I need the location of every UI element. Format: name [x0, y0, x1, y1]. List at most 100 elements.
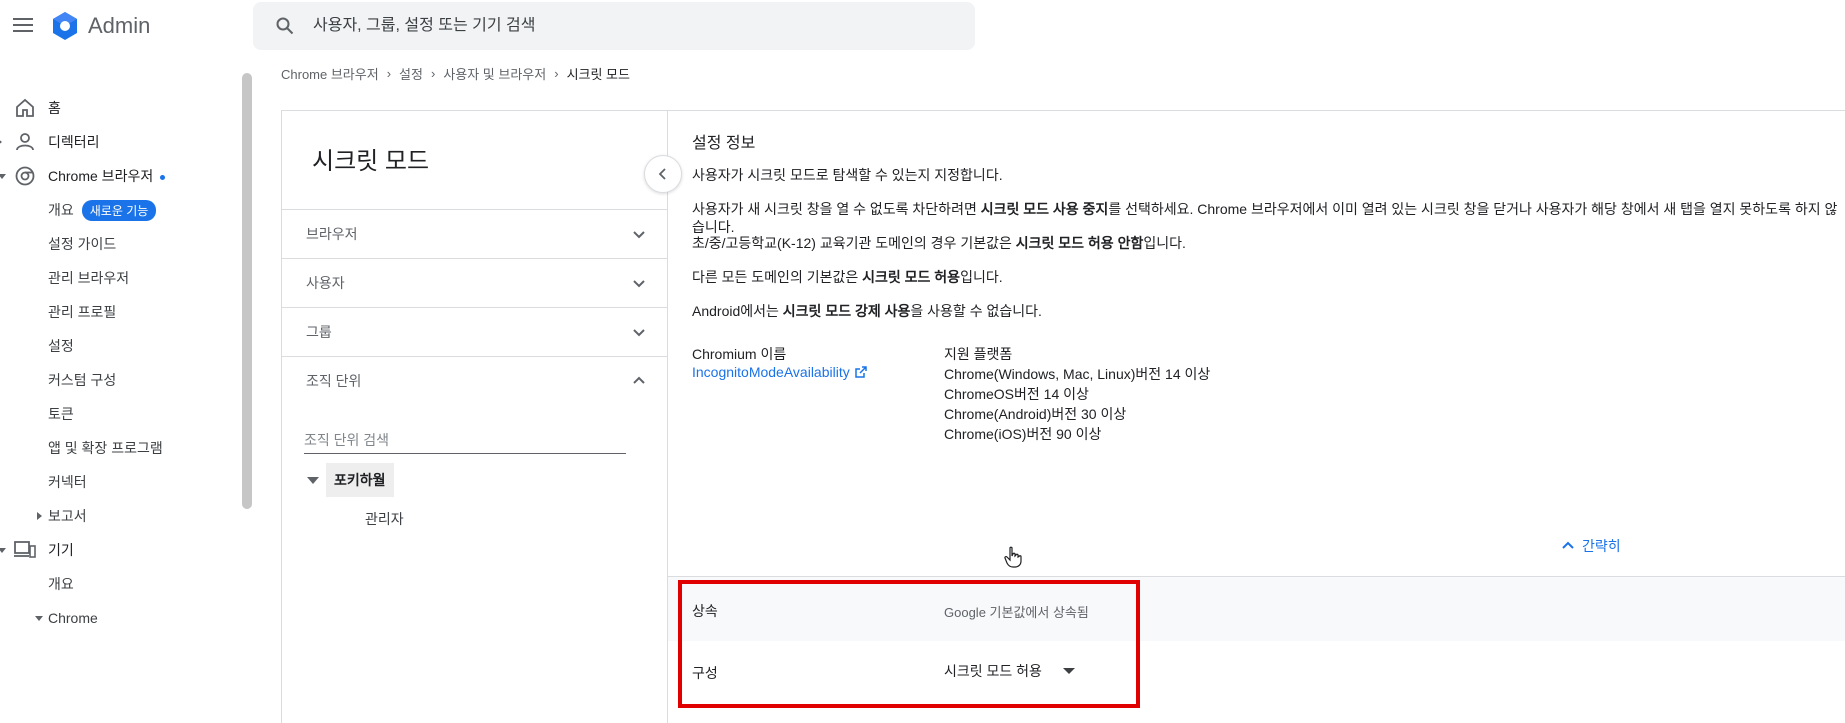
- home-icon: [14, 97, 36, 119]
- description-text: 사용자가 새 시크릿 창을 열 수 없도록 차단하려면: [692, 201, 981, 217]
- sidebar-item-managed-profiles[interactable]: 관리 프로필: [0, 294, 240, 330]
- chrome-icon: [14, 165, 36, 187]
- description-paragraph-4: 다른 모든 도메인의 기본값은 시크릿 모드 허용입니다.: [692, 268, 1003, 286]
- chevron-up-icon: [633, 376, 645, 384]
- sidebar-sub-label: 토큰: [48, 406, 74, 422]
- sidebar-nav: 홈 디렉터리 Chrome 브라우저 개요 새로운 기능 설정 가이드 관리 브라…: [0, 90, 250, 723]
- chevron-right-icon: ›: [430, 66, 436, 81]
- description-text: Android에서는: [692, 303, 783, 319]
- description-text: 초/중/고등학교(K-12) 교육기관 도메인의 경우 기본값은: [692, 235, 1016, 251]
- top-bar: Admin: [0, 0, 1845, 52]
- sidebar-item-devices-overview[interactable]: 개요: [0, 566, 240, 602]
- page-title: 시크릿 모드: [312, 148, 430, 175]
- chevron-left-icon: [658, 168, 666, 180]
- search-input[interactable]: [313, 17, 913, 35]
- sidebar-item-chrome-browser[interactable]: Chrome 브라우저: [0, 158, 240, 194]
- sidebar-sub-label-wrap: 개요 새로운 기능: [48, 199, 157, 221]
- sidebar-sub-label: Chrome: [48, 610, 98, 626]
- global-search[interactable]: [253, 2, 975, 50]
- sidebar-item-directory[interactable]: 디렉터리: [0, 124, 240, 160]
- description-paragraph-2: 사용자가 새 시크릿 창을 열 수 없도록 차단하려면 시크릿 모드 사용 중지…: [692, 200, 1845, 236]
- section-label: 사용자: [306, 275, 345, 291]
- inherit-value: Google 기본값에서 상속됨: [944, 605, 1089, 620]
- setting-info-title: 설정 정보: [692, 135, 756, 152]
- collapse-arrow-icon[interactable]: [35, 616, 43, 621]
- org-unit-root[interactable]: 포키하월: [326, 463, 394, 497]
- devices-icon: [14, 539, 36, 561]
- description-text: 입니다.: [1143, 235, 1186, 251]
- sidebar-item-settings[interactable]: 설정: [0, 328, 240, 364]
- tree-collapse-icon[interactable]: [307, 477, 319, 484]
- collapse-arrow-icon[interactable]: [0, 548, 6, 553]
- show-less-button[interactable]: 간략히: [1560, 536, 1621, 556]
- chromium-name-label: Chromium 이름: [692, 346, 787, 362]
- description-text: 을 사용할 수 없습니다.: [910, 303, 1042, 319]
- description-emphasis: 시크릿 모드 허용: [862, 269, 961, 285]
- description-emphasis: 시크릿 모드 허용 안함: [1015, 235, 1144, 251]
- sidebar-sub-label: 설정: [48, 338, 74, 354]
- platform-item: Chrome(iOS)버전 90 이상: [944, 426, 1102, 442]
- chevron-down-icon: [633, 231, 645, 239]
- section-label: 그룹: [306, 324, 332, 340]
- description-text: 다른 모든 도메인의 기본값은: [692, 269, 863, 285]
- description-paragraph-3: 초/중/고등학교(K-12) 교육기관 도메인의 경우 기본값은 시크릿 모드 …: [692, 234, 1186, 252]
- sidebar-item-label: 디렉터리: [48, 134, 100, 150]
- section-browser[interactable]: 브라우저: [282, 209, 668, 258]
- sidebar-item-label: 홈: [48, 100, 61, 116]
- expand-arrow-icon[interactable]: [37, 512, 42, 520]
- chevron-right-icon: ›: [386, 66, 392, 81]
- collapse-arrow-icon[interactable]: [0, 174, 6, 179]
- org-unit-child[interactable]: 관리자: [365, 509, 404, 529]
- sidebar-item-home[interactable]: 홈: [0, 90, 240, 126]
- sidebar-item-label-wrap: Chrome 브라우저: [48, 166, 166, 186]
- section-users[interactable]: 사용자: [282, 258, 668, 307]
- description-emphasis: 시크릿 모드 사용 중지: [980, 201, 1109, 217]
- sidebar-item-apps-extensions[interactable]: 앱 및 확장 프로그램: [0, 430, 240, 466]
- inherit-label: 상속: [692, 603, 718, 619]
- config-dropdown[interactable]: 시크릿 모드 허용: [944, 661, 1094, 681]
- chevron-up-icon: [1562, 541, 1574, 549]
- chevron-right-icon: ›: [554, 66, 559, 81]
- sidebar-sub-label: 커스텀 구성: [48, 372, 117, 388]
- sidebar-sub-label: 개요: [48, 201, 74, 218]
- section-org-units[interactable]: 조직 단위: [282, 356, 668, 405]
- inheritance-row: 상속 Google 기본값에서 상속됨: [668, 577, 1845, 641]
- collapse-panel-button[interactable]: [644, 155, 682, 193]
- supported-platforms-label: 지원 플랫폼: [944, 346, 1013, 362]
- policy-link-text: IncognitoModeAvailability: [692, 364, 850, 380]
- expand-arrow-icon[interactable]: [0, 138, 2, 146]
- new-feature-badge: 새로운 기능: [81, 199, 157, 221]
- policy-link[interactable]: IncognitoModeAvailability: [692, 364, 868, 380]
- sidebar-item-label: Chrome 브라우저: [48, 168, 154, 184]
- hand-cursor-icon: [1004, 546, 1022, 568]
- sidebar-item-devices[interactable]: 기기: [0, 532, 240, 568]
- sidebar-item-chrome[interactable]: Chrome: [0, 600, 240, 636]
- person-icon: [14, 131, 36, 153]
- breadcrumb-chrome-browser[interactable]: Chrome 브라우저: [281, 64, 379, 83]
- description-paragraph-1: 사용자가 시크릿 모드로 탐색할 수 있는지 지정합니다.: [692, 166, 1003, 184]
- sidebar-item-overview[interactable]: 개요 새로운 기능: [0, 192, 240, 228]
- platform-item: ChromeOS버전 14 이상: [944, 386, 1089, 402]
- sidebar-item-connectors[interactable]: 커넥터: [0, 464, 240, 500]
- description-text: 사용자가 시크릿 모드로 탐색할 수 있는지 지정합니다.: [692, 167, 1003, 183]
- section-groups[interactable]: 그룹: [282, 307, 668, 356]
- description-emphasis: 시크릿 모드 강제 사용: [782, 303, 911, 319]
- config-selected-value: 시크릿 모드 허용: [944, 663, 1042, 679]
- breadcrumb-settings[interactable]: 설정: [399, 64, 423, 83]
- breadcrumb-current: 시크릿 모드: [566, 67, 630, 82]
- sidebar-sub-label: 설정 가이드: [48, 236, 117, 252]
- sidebar-item-managed-browsers[interactable]: 관리 브라우저: [0, 260, 240, 296]
- platform-item: Chrome(Windows, Mac, Linux)버전 14 이상: [944, 366, 1211, 382]
- sidebar-item-custom-config[interactable]: 커스텀 구성: [0, 362, 240, 398]
- admin-logo[interactable]: Admin: [50, 11, 150, 41]
- sidebar-item-tokens[interactable]: 토큰: [0, 396, 240, 432]
- main-menu-button[interactable]: [10, 12, 36, 38]
- breadcrumb-users-browsers[interactable]: 사용자 및 브라우저: [443, 64, 546, 83]
- sidebar-sub-label: 커넥터: [48, 474, 87, 490]
- sidebar-item-reports[interactable]: 보고서: [0, 498, 240, 534]
- sidebar-sub-label: 관리 브라우저: [48, 270, 130, 286]
- org-unit-search-input[interactable]: [304, 426, 626, 454]
- sidebar-sub-label: 앱 및 확장 프로그램: [48, 440, 163, 456]
- sidebar-item-setup-guide[interactable]: 설정 가이드: [0, 226, 240, 262]
- chevron-down-icon: [633, 329, 645, 337]
